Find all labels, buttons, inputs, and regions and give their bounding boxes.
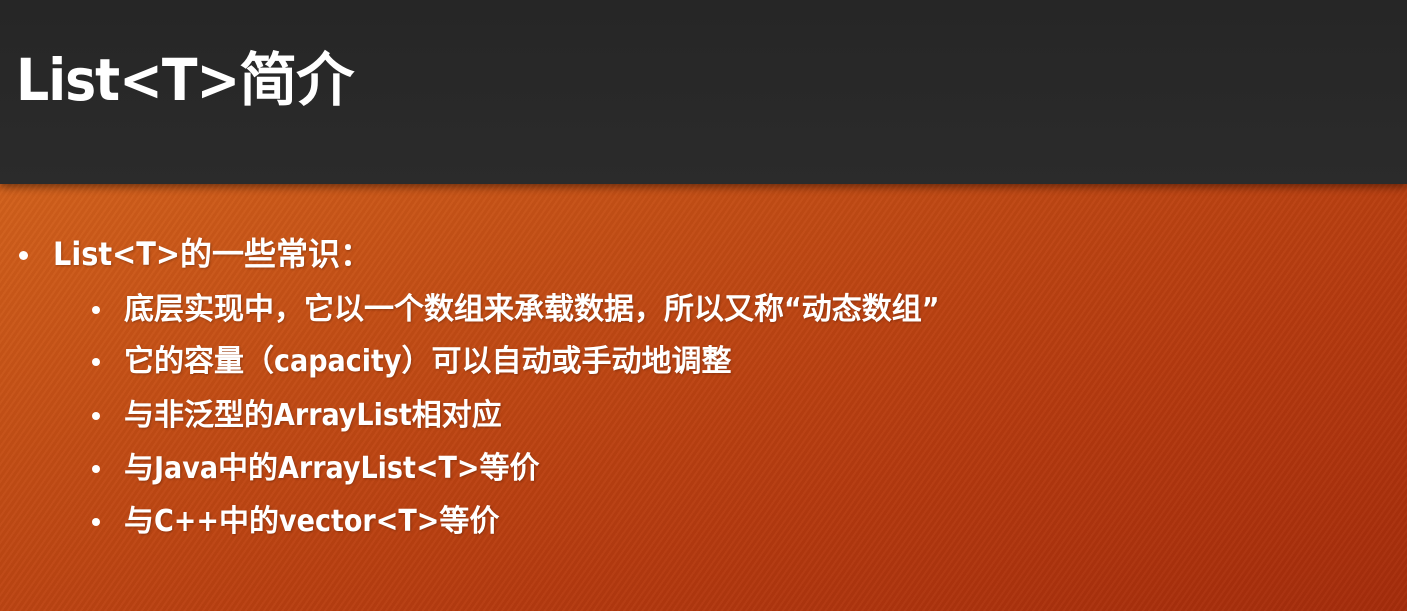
slide-content: List<T>的一些常识： 底层实现中，它以一个数组来承载数据，所以又称“动态数… xyxy=(0,184,1407,611)
bullet-icon xyxy=(19,251,28,260)
point-text: 与Java中的ArrayList<T>等价 xyxy=(124,451,540,486)
point-text: 它的容量（capacity）可以自动或手动地调整 xyxy=(124,344,732,379)
bullet-icon xyxy=(92,306,100,314)
list-item: 底层实现中，它以一个数组来承载数据，所以又称“动态数组” xyxy=(92,290,940,330)
bullet-icon xyxy=(92,358,100,366)
point-text: 底层实现中，它以一个数组来承载数据，所以又称“动态数组” xyxy=(124,292,940,327)
point-text: 与非泛型的ArrayList相对应 xyxy=(124,398,502,433)
bullet-icon xyxy=(92,412,100,420)
list-item-heading: List<T>的一些常识： xyxy=(19,232,373,276)
bullet-icon xyxy=(92,465,100,473)
slide-title: List<T>简介 xyxy=(16,46,354,114)
list-item: 与非泛型的ArrayList相对应 xyxy=(92,396,502,436)
heading-text: List<T>的一些常识： xyxy=(53,235,373,273)
list-item: 它的容量（capacity）可以自动或手动地调整 xyxy=(92,342,732,382)
title-bar: List<T>简介 xyxy=(0,0,1407,184)
list-item: 与Java中的ArrayList<T>等价 xyxy=(92,449,540,489)
point-text: 与C++中的vector<T>等价 xyxy=(124,504,500,539)
list-item: 与C++中的vector<T>等价 xyxy=(92,502,500,542)
bullet-icon xyxy=(92,518,100,526)
